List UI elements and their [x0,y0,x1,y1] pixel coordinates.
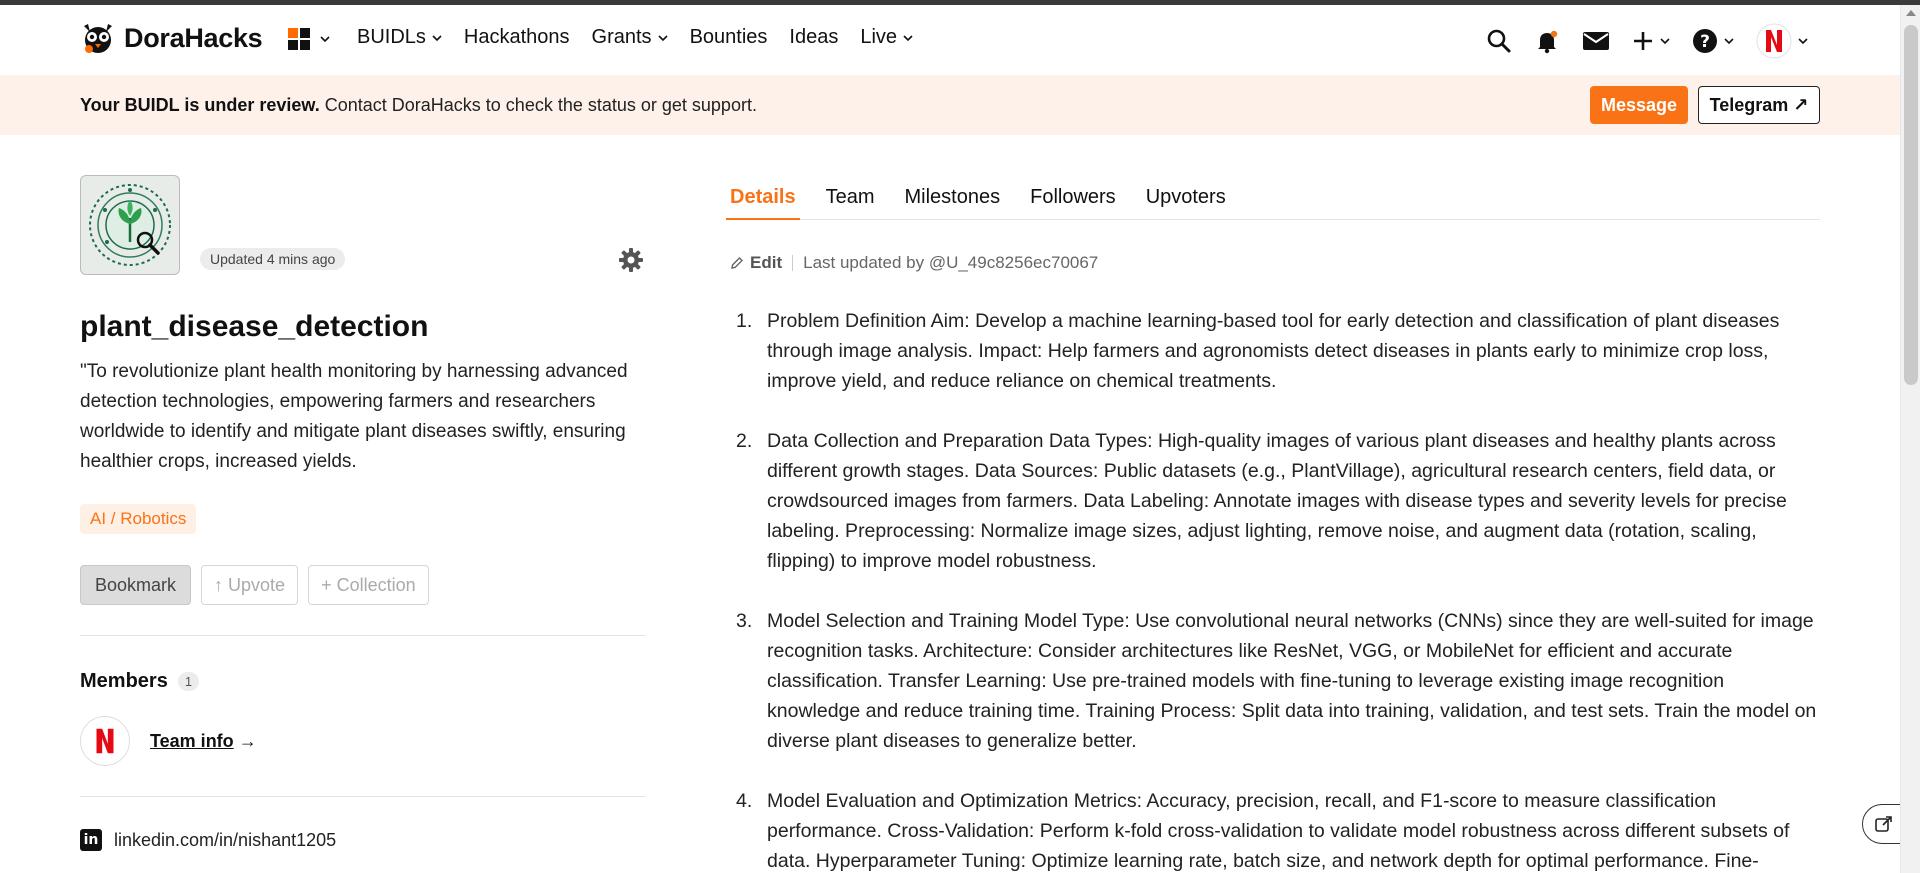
project-title: plant_disease_detection [80,310,429,343]
user-menu[interactable] [1756,23,1808,59]
list-text: Data Collection and Preparation Data Typ… [767,430,1787,572]
linkedin-url: linkedin.com/in/nishant1205 [114,829,337,850]
mail-icon[interactable] [1582,29,1610,53]
list-item: 3. Model Selection and Training Model Ty… [730,606,1820,756]
arrow-right-icon: → [238,731,257,751]
nav-buidls[interactable]: BUIDLs [357,26,442,49]
members-heading: Members 1 [80,670,200,693]
separator [792,255,794,271]
plus-icon [1634,32,1652,50]
tab-milestones[interactable]: Milestones [901,183,1005,220]
list-item: 1. Problem Definition Aim: Develop a mac… [730,306,1820,396]
user-avatar [1756,23,1792,59]
telegram-button[interactable]: Telegram ↗ [1698,86,1820,124]
dorahacks-logo[interactable]: DoraHacks [80,20,263,56]
project-actions: Bookmark ↑ Upvote + Collection [80,565,429,605]
edit-label: Edit [750,253,783,272]
chevron-down-icon [657,34,668,41]
netflix-n-icon [96,728,114,754]
nav-label: Live [860,26,898,48]
members-count-badge: 1 [177,672,200,691]
tab-upvoters[interactable]: Upvoters [1142,183,1230,220]
help-icon: ? [1693,29,1717,53]
chevron-down-icon [432,34,442,41]
list-number: 2. [736,430,753,452]
create-menu[interactable] [1632,30,1670,52]
tab-team[interactable]: Team [822,183,879,220]
help-menu[interactable]: ? [1692,28,1734,54]
list-item: 2. Data Collection and Preparation Data … [730,426,1820,576]
plant-circuit-logo-icon [89,184,171,266]
brand-name: DoraHacks [124,22,263,53]
chevron-down-icon [320,36,330,43]
header-actions: ? [1486,23,1808,59]
last-updated-text: Last updated by @U_49c8256ec70067 [803,253,1099,272]
banner-message: Your BUIDL is under review. Contact Dora… [80,95,757,116]
members-label: Members [80,670,168,692]
banner-bold: Your BUIDL is under review. [80,95,320,115]
project-tabs: Details Team Milestones Followers Upvote… [726,183,1820,220]
upvote-button[interactable]: ↑ Upvote [201,565,299,605]
list-number: 3. [736,610,753,632]
bell-icon[interactable] [1534,28,1560,54]
nav-label: BUIDLs [357,26,426,48]
nav-label: Grants [591,26,652,48]
edit-button[interactable]: Edit [730,253,782,273]
linkedin-icon: in [80,829,102,851]
member-avatar[interactable] [80,716,130,766]
list-item: 4. Model Evaluation and Optimization Met… [730,786,1820,873]
share-icon [1875,816,1892,832]
list-text: Problem Definition Aim: Develop a machin… [767,310,1780,392]
edit-row: Edit Last updated by @U_49c8256ec70067 [730,253,1098,273]
nav-label: Hackathons [463,26,570,48]
tab-followers[interactable]: Followers [1026,183,1120,220]
project-logo [80,175,180,275]
list-text: Model Evaluation and Optimization Metric… [767,790,1790,872]
top-navbar: DoraHacks BUIDLs Hackathons Grants Bount… [0,5,1900,75]
nav-live[interactable]: Live [860,26,913,49]
apps-grid-icon [288,28,310,50]
category-tag[interactable]: AI / Robotics [80,504,197,534]
apps-menu[interactable] [288,28,330,50]
divider [80,635,646,636]
project-description: "To revolutionize plant health monitorin… [80,361,628,472]
updated-badge: Updated 4 mins ago [200,248,346,270]
list-number: 4. [736,790,753,812]
search-icon[interactable] [1486,28,1512,54]
nav-label: Bounties [689,26,768,48]
gear-icon[interactable] [618,247,644,273]
nav-grants[interactable]: Grants [592,26,668,49]
nav-label: Ideas [789,26,839,48]
svg-text:?: ? [1700,32,1710,52]
vertical-scrollbar[interactable] [1900,5,1920,873]
nav-hackathons[interactable]: Hackathons [464,26,570,49]
divider [80,796,646,797]
chevron-down-icon [1724,38,1734,45]
team-info-label: Team info [150,731,234,751]
nav-ideas[interactable]: Ideas [789,26,838,49]
chevron-down-icon [1660,38,1670,45]
tab-details[interactable]: Details [726,183,800,220]
owl-logo-icon [84,24,112,53]
pencil-icon [731,257,743,269]
nav-bounties[interactable]: Bounties [690,26,768,49]
scroll-up-arrow-icon[interactable] [1906,10,1916,16]
linkedin-link[interactable]: in linkedin.com/in/nishant1205 [80,829,336,851]
scroll-thumb[interactable] [1904,25,1918,385]
banner-text: Contact DoraHacks to check the status or… [319,95,757,115]
list-number: 1. [736,310,753,332]
message-button[interactable]: Message [1590,86,1688,124]
add-collection-button[interactable]: + Collection [308,565,429,605]
bookmark-button[interactable]: Bookmark [80,565,192,605]
chevron-down-icon [1798,38,1808,45]
chevron-down-icon [903,34,913,41]
details-content: 1. Problem Definition Aim: Develop a mac… [730,306,1820,873]
team-info-link[interactable]: Team info → [150,731,257,752]
list-text: Model Selection and Training Model Type:… [767,610,1817,752]
main-nav: BUIDLs Hackathons Grants Bounties Ideas … [357,26,913,49]
